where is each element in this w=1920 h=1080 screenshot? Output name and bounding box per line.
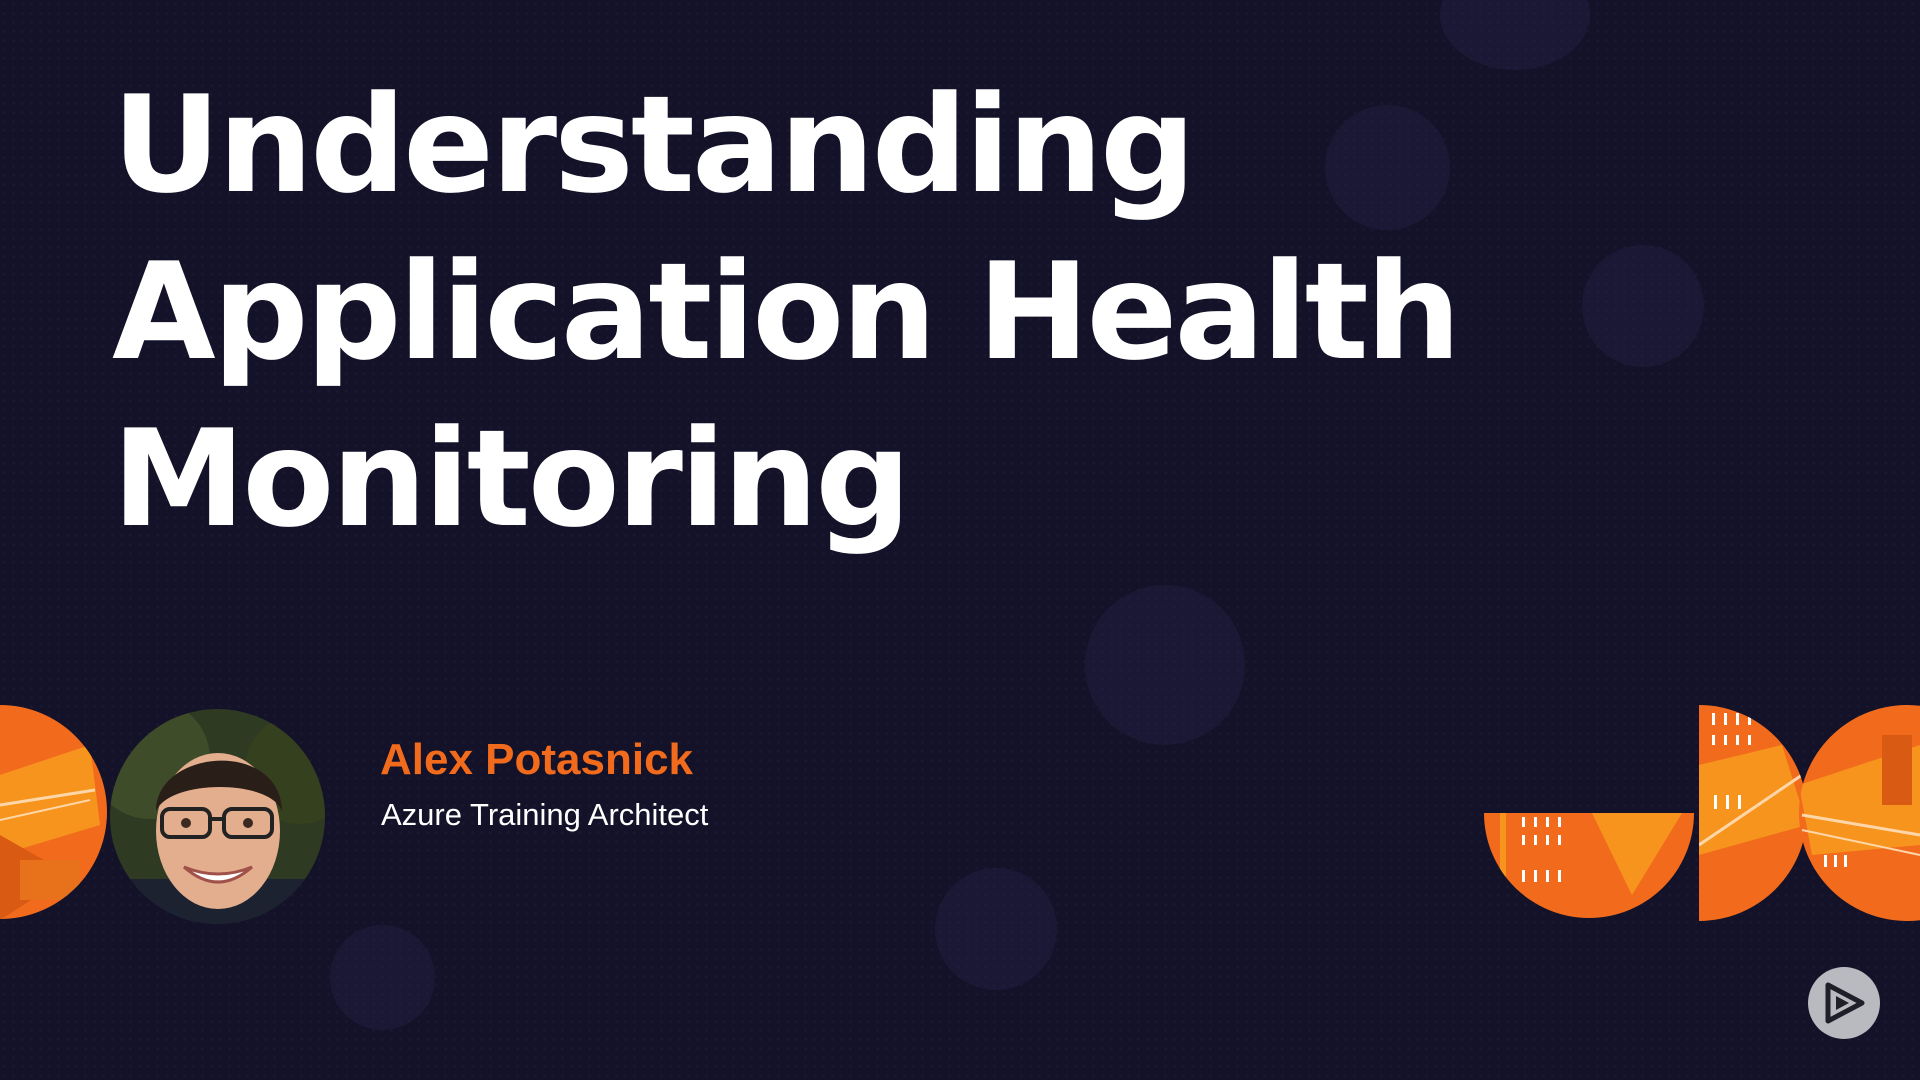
- presenter-avatar: [110, 709, 325, 924]
- background-circle: [1085, 585, 1245, 745]
- background-circle: [1440, 0, 1590, 70]
- background-circle: [330, 925, 435, 1030]
- pluralsight-play-logo[interactable]: [1808, 967, 1880, 1039]
- presenter-role: Azure Training Architect: [381, 797, 709, 832]
- right-orange-decoration: [1484, 705, 1920, 921]
- title-line-2: Application Health: [112, 234, 1461, 390]
- slide-title: Understanding Application Health Monitor…: [112, 62, 1512, 563]
- title-line-1: Understanding: [112, 67, 1196, 223]
- background-circle: [935, 868, 1057, 990]
- left-orange-decoration: [0, 705, 107, 919]
- presenter-photo-image: [110, 709, 325, 924]
- title-slide: Understanding Application Health Monitor…: [0, 0, 1920, 1080]
- title-line-3: Monitoring: [112, 401, 911, 557]
- play-icon: [1825, 982, 1865, 1024]
- background-circle: [1582, 245, 1704, 367]
- presenter-name: Alex Potasnick: [380, 735, 694, 784]
